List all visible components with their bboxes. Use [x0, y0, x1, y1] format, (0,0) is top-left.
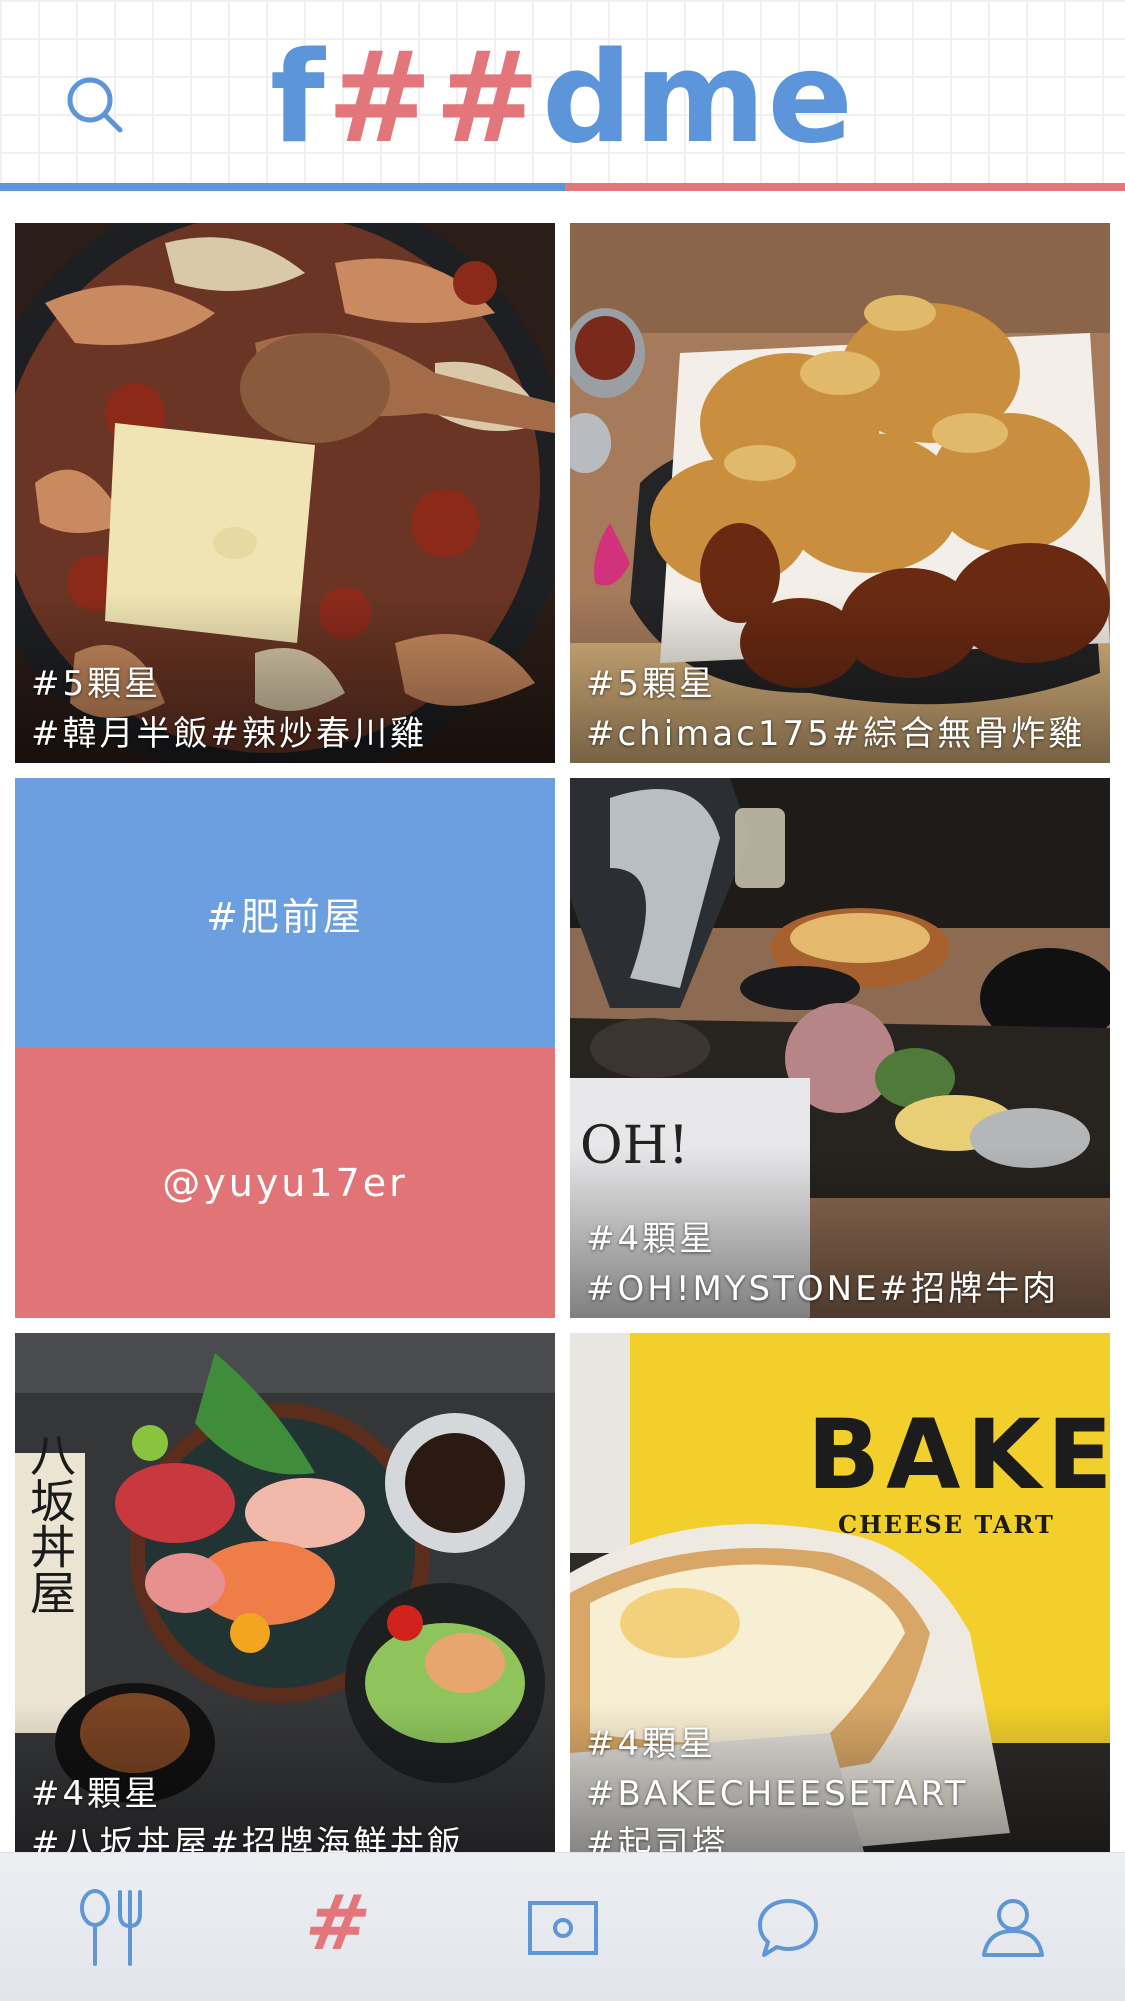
- tab-profile[interactable]: [900, 1853, 1125, 2001]
- bag-text: BAKE: [807, 1399, 1110, 1511]
- tab-hashtag[interactable]: #: [225, 1853, 450, 2001]
- tab-food[interactable]: [0, 1853, 225, 2001]
- tab-chat[interactable]: [675, 1853, 900, 2001]
- post-tile-4[interactable]: OH! #4顆星 #OH!MYSTONE#招牌牛肉: [570, 778, 1110, 1318]
- logo-part-2: ##: [326, 24, 543, 171]
- header-divider-blue: [0, 183, 565, 191]
- post-tile-1[interactable]: #5顆星 #韓月半飯#辣炒春川雞: [15, 223, 555, 763]
- post-caption-6: #4顆星 #BAKECHEESETART #起司塔: [586, 1719, 1102, 1869]
- tile-bottom-half: @yuyu17er: [15, 1048, 555, 1318]
- post-tags: #OH!MYSTONE#招牌牛肉: [586, 1269, 1060, 1309]
- post-rating: #5顆星: [31, 664, 162, 704]
- username[interactable]: @yuyu17er: [162, 1161, 408, 1205]
- post-tags: #韓月半飯#辣炒春川雞: [31, 714, 427, 754]
- post-rating: #5顆星: [586, 664, 717, 704]
- bottom-tab-bar: #: [0, 1852, 1125, 2001]
- bag-subtext: CHEESE TART: [838, 1510, 1055, 1539]
- chat-bubble-icon: [757, 1898, 818, 1957]
- post-rating: #4顆星: [31, 1774, 162, 1814]
- photo-icon: [527, 1900, 598, 1955]
- fork-spoon-icon: [79, 1888, 142, 1966]
- sign-text: 八坂丼屋: [23, 1431, 77, 1615]
- post-tile-5[interactable]: 八坂丼屋 #4顆星 #八坂丼屋#招牌海鮮丼飯: [15, 1333, 555, 1873]
- app-logo: f##dme: [0, 28, 1125, 168]
- restaurant-name: #肥前屋: [206, 894, 364, 939]
- logo-part-3: dme: [542, 24, 855, 171]
- post-caption-4: #4顆星 #OH!MYSTONE#招牌牛肉: [586, 1214, 1102, 1314]
- tab-camera[interactable]: [450, 1853, 675, 2001]
- post-tile-2[interactable]: #5顆星 #chimac175#綜合無骨炸雞: [570, 223, 1110, 763]
- logo-part-1: f: [270, 24, 327, 171]
- post-caption-2: #5顆星 #chimac175#綜合無骨炸雞: [586, 659, 1102, 759]
- post-caption-1: #5顆星 #韓月半飯#辣炒春川雞: [31, 659, 547, 759]
- hashtag-icon: #: [299, 1877, 376, 1967]
- post-tags: #chimac175#綜合無骨炸雞: [586, 714, 1086, 754]
- post-rating: #4顆星: [586, 1219, 717, 1259]
- post-tile-3[interactable]: #肥前屋 @yuyu17er: [15, 778, 555, 1318]
- header-divider-red: [565, 183, 1125, 191]
- post-rating: #4顆星: [586, 1724, 717, 1764]
- post-tags: #BAKECHEESETART: [586, 1774, 969, 1814]
- tile-top-half: #肥前屋: [15, 778, 555, 1048]
- app-header: f##dme: [0, 0, 1125, 186]
- user-icon: [981, 1898, 1044, 1957]
- post-tile-6[interactable]: BAKE CHEESE TART #4顆星 #BAKECHEESETART #起…: [570, 1333, 1110, 1873]
